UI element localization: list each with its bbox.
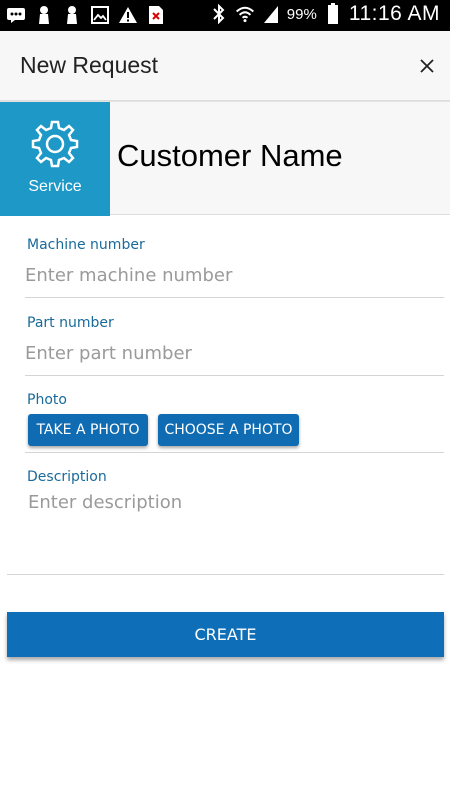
description-input[interactable] — [28, 492, 443, 562]
battery-percent: 99% — [286, 5, 317, 23]
warning-icon — [118, 4, 138, 26]
battery-icon — [323, 3, 343, 25]
machine-number-input[interactable] — [25, 259, 443, 291]
description-label: Description — [27, 469, 107, 485]
divider — [7, 574, 444, 575]
choose-photo-button[interactable]: CHOOSE A PHOTO — [158, 414, 299, 446]
messaging-icon — [6, 4, 26, 26]
close-button[interactable] — [412, 51, 442, 81]
no-sim-icon — [146, 4, 166, 26]
customer-band: Service Customer Name — [0, 101, 450, 216]
divider — [25, 452, 444, 453]
service-tile[interactable]: Service — [0, 102, 110, 216]
divider — [25, 375, 444, 376]
signal-icon — [261, 3, 281, 25]
notification-icon — [34, 4, 54, 26]
system-status: 99% 11:16 AM — [209, 2, 440, 26]
app-header: New Request — [0, 31, 450, 101]
wifi-icon — [235, 3, 255, 25]
create-button[interactable]: CREATE — [7, 612, 444, 657]
notification-icon — [62, 4, 82, 26]
bluetooth-icon — [209, 3, 229, 25]
gear-icon — [31, 120, 79, 168]
take-photo-button[interactable]: TAKE A PHOTO — [28, 414, 148, 446]
page-title: New Request — [20, 52, 159, 78]
close-icon — [420, 59, 434, 73]
part-number-label: Part number — [27, 315, 114, 331]
clock: 11:16 AM — [348, 2, 440, 25]
gallery-icon — [90, 4, 110, 26]
part-number-input[interactable] — [25, 337, 443, 369]
status-bar: 99% 11:16 AM — [0, 0, 450, 31]
photo-label: Photo — [27, 392, 67, 408]
notification-icons — [6, 4, 166, 26]
service-label: Service — [28, 178, 82, 195]
divider — [25, 297, 444, 298]
customer-name: Customer Name — [117, 138, 343, 173]
machine-number-label: Machine number — [27, 237, 145, 253]
